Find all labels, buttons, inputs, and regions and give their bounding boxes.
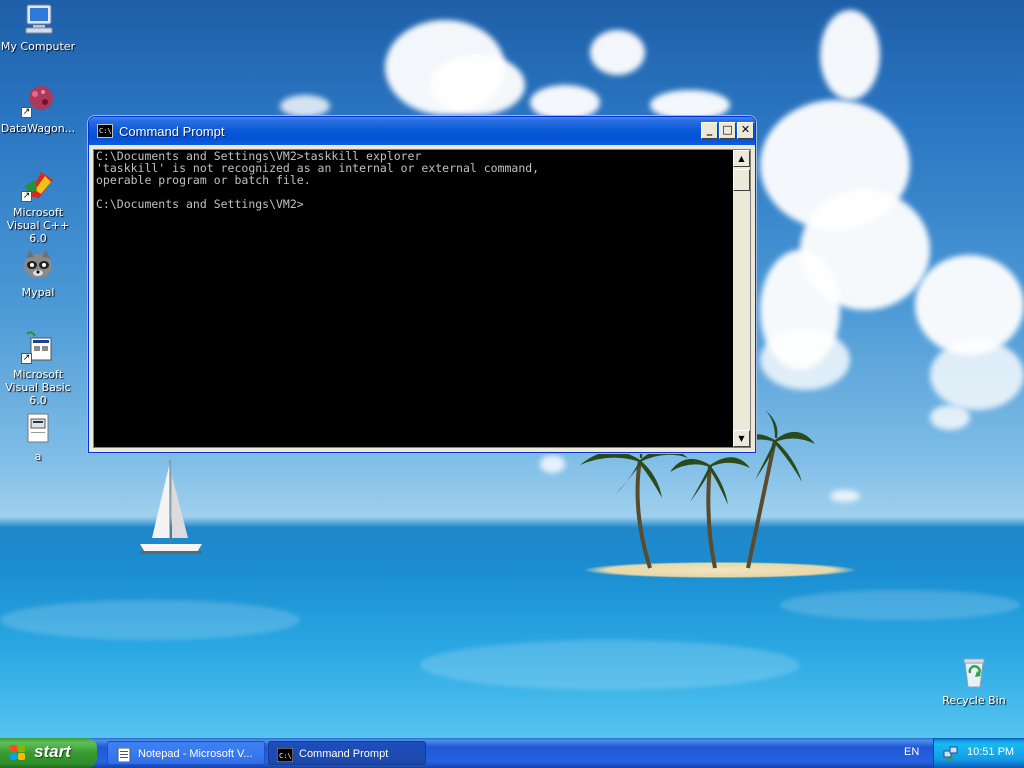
console-area[interactable]: C:\Documents and Settings\VM2>taskkill e… (93, 149, 751, 448)
start-label: start (34, 742, 71, 761)
vertical-scrollbar[interactable]: ▲ ▼ (733, 150, 750, 447)
document-file-icon (21, 412, 55, 446)
desktop-icon-visual-cpp[interactable]: ↗ Microsoft Visual C++ 6.0 (0, 168, 78, 245)
my-computer-icon (21, 2, 55, 36)
sailboat-image (140, 460, 202, 554)
taskbar-button-notepad[interactable]: Notepad - Microsoft V... (107, 741, 265, 765)
desktop-icon-recycle-bin[interactable]: Recycle Bin (934, 656, 1014, 707)
recycle-bin-icon (957, 656, 991, 690)
scrollbar-thumb[interactable] (733, 169, 750, 191)
mypal-raccoon-icon (21, 248, 55, 282)
scroll-down-arrow-icon[interactable]: ▼ (733, 430, 750, 447)
desktop-icon-label: a (34, 450, 42, 463)
datawagon-icon: ↗ (21, 84, 55, 118)
minimize-button[interactable]: _ (701, 122, 718, 139)
desktop-icon-label: Microsoft Visual Basic 6.0 (5, 368, 71, 407)
maximize-button[interactable]: □ (719, 122, 736, 139)
desktop-icon-label: My Computer (0, 40, 76, 53)
taskbar-button-label: Notepad - Microsoft V... (138, 748, 253, 760)
shortcut-arrow-icon: ↗ (21, 353, 32, 364)
desktop-icon-label: Mypal (21, 286, 55, 299)
command-prompt-icon: C:\ (97, 124, 113, 138)
visual-basic-icon: ↗ (21, 330, 55, 364)
windows-logo-icon (10, 745, 26, 761)
desktop-icon-a-file[interactable]: a (0, 412, 78, 463)
desktop-icon-datawagon[interactable]: ↗ DataWagon... (0, 84, 78, 135)
visual-cpp-icon: ↗ (21, 168, 55, 202)
close-button[interactable]: ✕ (737, 122, 754, 139)
shortcut-arrow-icon: ↗ (21, 107, 32, 118)
system-tray: 10:51 PM (933, 738, 1024, 768)
taskbar: start Notepad - Microsoft V... C:\ Comma… (0, 738, 1024, 768)
window-titlebar[interactable]: C:\ Command Prompt _ □ ✕ (89, 117, 755, 145)
desktop-icon-label: DataWagon... (0, 122, 76, 135)
notepad-icon (116, 747, 132, 763)
taskbar-button-label: Command Prompt (299, 748, 389, 760)
language-indicator[interactable]: EN (904, 746, 919, 758)
clock[interactable]: 10:51 PM (967, 746, 1014, 758)
taskbar-button-command-prompt[interactable]: C:\ Command Prompt (268, 741, 426, 765)
desktop-icon-label: Microsoft Visual C++ 6.0 (6, 206, 70, 245)
desktop-icon-label: Recycle Bin (942, 694, 1006, 707)
network-icon[interactable] (942, 745, 958, 761)
desktop-icon-mypal[interactable]: Mypal (0, 248, 78, 299)
command-prompt-icon: C:\ (276, 747, 294, 763)
start-button[interactable]: start (0, 738, 97, 768)
console-output[interactable]: C:\Documents and Settings\VM2>taskkill e… (96, 150, 736, 447)
shortcut-arrow-icon: ↗ (21, 191, 32, 202)
svg-text:C:\: C:\ (279, 752, 292, 760)
desktop-icon-visual-basic[interactable]: ↗ Microsoft Visual Basic 6.0 (0, 330, 78, 407)
window-title: Command Prompt (119, 124, 225, 139)
desktop-icon-my-computer[interactable]: My Computer (0, 2, 78, 53)
scroll-up-arrow-icon[interactable]: ▲ (733, 150, 750, 167)
command-prompt-window[interactable]: C:\ Command Prompt _ □ ✕ C:\Documents an… (88, 116, 756, 453)
